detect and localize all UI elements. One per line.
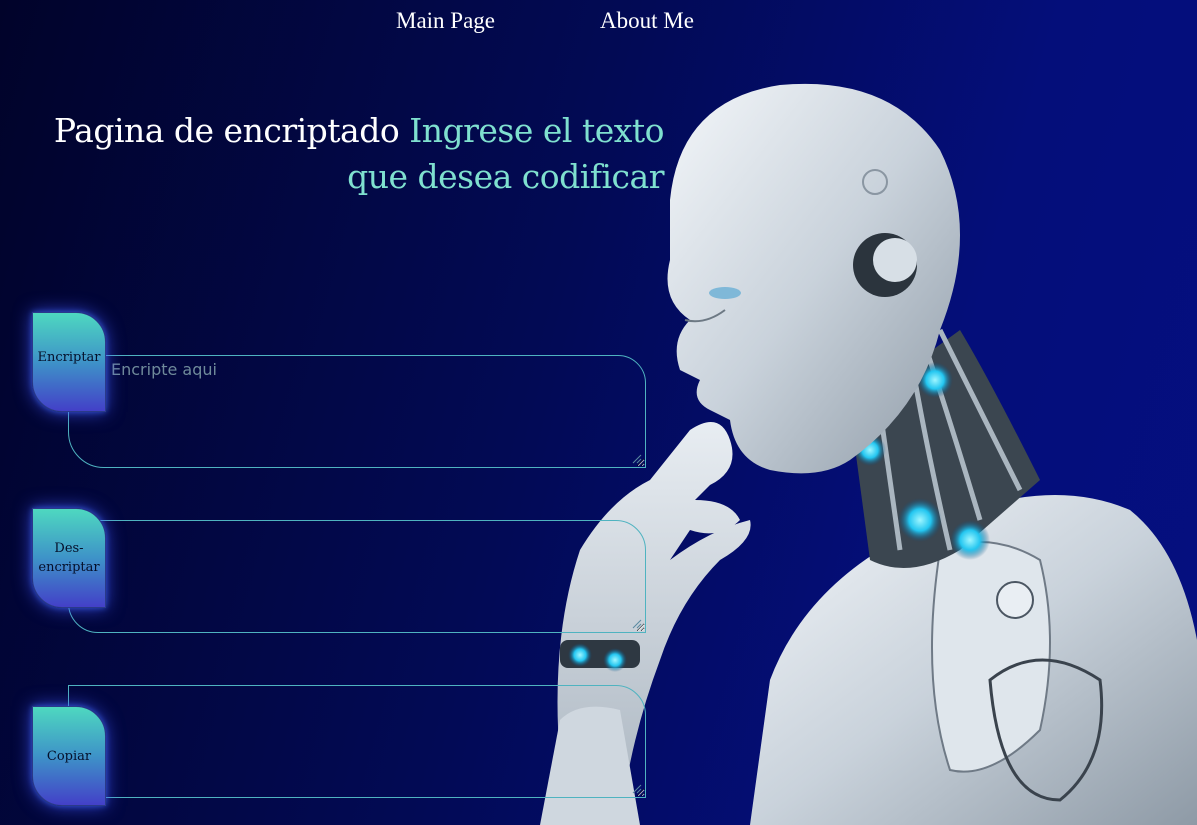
decrypt-textbox bbox=[68, 520, 646, 633]
decrypt-button-label: Des- encriptar bbox=[38, 539, 99, 577]
encrypt-textbox bbox=[68, 355, 646, 468]
encrypt-input[interactable] bbox=[69, 356, 645, 467]
page-title: Pagina de encriptado bbox=[53, 111, 400, 150]
output-input[interactable] bbox=[69, 686, 645, 797]
nav-about-me-link[interactable]: About Me bbox=[600, 8, 694, 34]
nav-main-page-link[interactable]: Main Page bbox=[396, 8, 495, 34]
decrypt-input[interactable] bbox=[69, 521, 645, 632]
copy-button-label: Copiar bbox=[46, 748, 92, 764]
copy-button[interactable]: Copiar bbox=[32, 706, 106, 806]
top-nav: Main Page About Me bbox=[0, 8, 1197, 40]
encrypt-button[interactable]: Encriptar bbox=[32, 312, 106, 412]
resize-handle-icon[interactable] bbox=[632, 784, 642, 794]
output-textbox bbox=[68, 685, 646, 798]
decrypt-label-line1: Des- bbox=[54, 541, 84, 556]
encrypt-button-label: Encriptar bbox=[37, 349, 101, 365]
decrypt-button[interactable]: Des- encriptar bbox=[32, 508, 106, 608]
resize-handle-icon[interactable] bbox=[632, 619, 642, 629]
decrypt-label-line2: encriptar bbox=[38, 560, 100, 575]
resize-handle-icon[interactable] bbox=[632, 454, 642, 464]
